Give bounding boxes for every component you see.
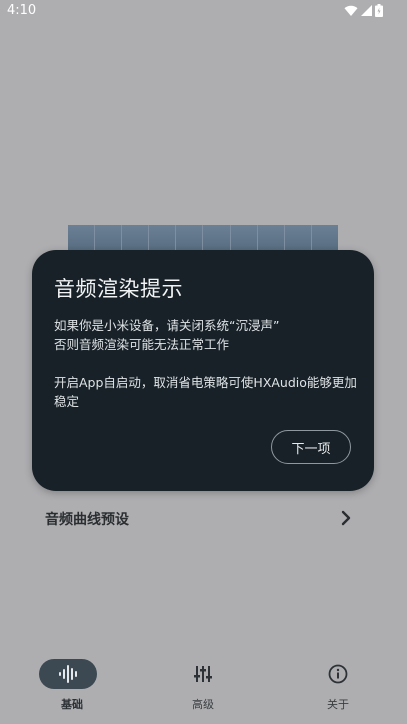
status-bar: 4:10 xyxy=(0,0,407,22)
signal-icon xyxy=(361,4,372,16)
nav-label-basic: 基础 xyxy=(61,698,83,711)
nav-label-advanced: 高级 xyxy=(192,698,214,711)
bottom-navigation: 基础 高级 关于 xyxy=(0,650,407,724)
battery-icon xyxy=(375,4,383,17)
dialog-body: 如果你是小米设备，请关闭系统“沉浸声” 否则音频渲染可能无法正常工作 开启App… xyxy=(54,316,359,411)
waveform-icon xyxy=(59,665,77,683)
dialog-title: 音频渲染提示 xyxy=(54,277,183,301)
next-button[interactable]: 下一项 xyxy=(271,430,351,464)
chevron-right-icon xyxy=(341,510,351,526)
audio-render-dialog: 音频渲染提示 如果你是小米设备，请关闭系统“沉浸声” 否则音频渲染可能无法正常工… xyxy=(32,250,374,491)
dialog-paragraph-autostart: 开启App自启动，取消省电策略可使HXAudio能够更加稳定 xyxy=(54,375,357,409)
nav-label-about: 关于 xyxy=(327,698,349,711)
info-icon xyxy=(328,664,348,684)
audio-curve-preset-row[interactable]: 音频曲线预设 xyxy=(0,500,407,538)
preset-row-label: 音频曲线预设 xyxy=(45,512,129,528)
status-icons xyxy=(344,4,383,17)
nav-item-basic[interactable]: 基础 xyxy=(32,650,112,720)
wifi-icon xyxy=(344,5,358,16)
status-time: 4:10 xyxy=(7,3,37,18)
nav-item-about[interactable]: 关于 xyxy=(298,650,378,720)
dialog-paragraph-xiaomi: 如果你是小米设备，请关闭系统“沉浸声” 否则音频渲染可能无法正常工作 xyxy=(54,318,280,352)
nav-item-advanced[interactable]: 高级 xyxy=(163,650,243,720)
sliders-icon xyxy=(194,666,212,682)
